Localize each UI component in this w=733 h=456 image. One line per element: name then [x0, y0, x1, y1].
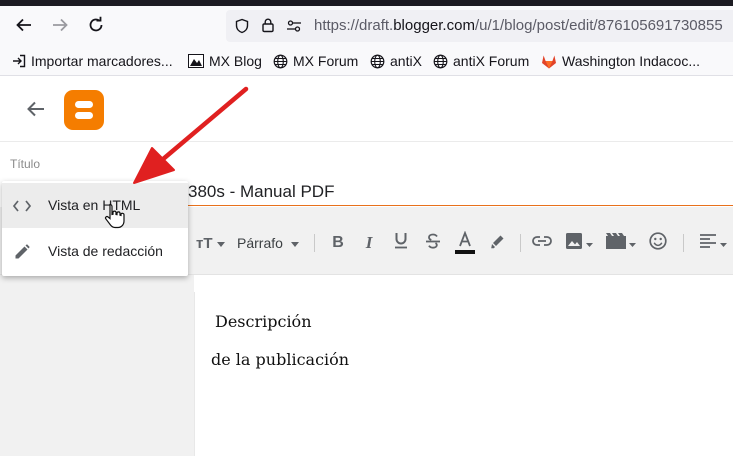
video-icon [606, 232, 626, 254]
url-path: /u/1/blog/post/edit/876105691730855 [474, 17, 723, 34]
highlighter-icon [489, 232, 507, 255]
globe-icon [273, 54, 288, 69]
pencil-icon [12, 242, 32, 262]
mx-icon [188, 54, 204, 68]
insert-image-button[interactable] [565, 232, 593, 255]
gitlab-icon [541, 54, 557, 69]
emoji-icon [649, 231, 667, 255]
menu-item-html-view[interactable]: Vista en HTML [2, 183, 188, 228]
url-domain: blogger.com [393, 17, 475, 34]
body-line: Descripción [215, 312, 312, 331]
align-left-icon [699, 233, 716, 253]
back-arrow-icon[interactable] [26, 100, 46, 123]
text-color-icon [455, 229, 475, 260]
reload-icon [89, 16, 103, 32]
bold-icon: B [332, 234, 344, 251]
permissions-icon[interactable] [286, 18, 302, 39]
url-scheme: https:// [314, 17, 360, 34]
bookmark-mx-blog[interactable]: MX Blog [188, 52, 262, 70]
title-underline [188, 205, 733, 206]
lock-icon[interactable] [260, 17, 276, 38]
forward-button[interactable] [48, 13, 72, 37]
strikethrough-icon [425, 233, 441, 254]
menu-item-label: Vista de redacción [48, 243, 163, 259]
bookmark-label: MX Blog [209, 53, 262, 69]
chevron-down-icon [719, 234, 727, 252]
insert-emoji-button[interactable] [648, 231, 668, 255]
toolbar-divider [520, 234, 521, 252]
toolbar-divider [314, 234, 315, 252]
url-bar[interactable]: https://draft.blogger.com/u/1/blog/post/… [226, 10, 733, 42]
hand-cursor-icon [104, 203, 126, 234]
strikethrough-button[interactable] [424, 233, 442, 253]
bookmark-label: Washington Indacoc... [562, 53, 701, 69]
insert-video-button[interactable] [606, 232, 636, 254]
paragraph-style-label: Párrafo [237, 235, 283, 251]
bookmark-washington[interactable]: Washington Indacoc... [541, 52, 700, 70]
underline-icon [394, 232, 408, 254]
forward-arrow-icon [53, 18, 68, 32]
font-size-button[interactable]: тT [196, 233, 225, 253]
italic-button[interactable]: I [361, 233, 377, 253]
chevron-down-icon [629, 234, 636, 252]
paragraph-style-dropdown[interactable]: Párrafo [237, 233, 299, 253]
link-icon [532, 234, 552, 252]
chevron-down-icon [216, 234, 225, 252]
globe-icon [370, 54, 385, 69]
bookmark-label: MX Forum [293, 53, 359, 69]
menu-item-compose-view[interactable]: Vista de redacción [2, 229, 188, 274]
bookmark-label: antiX Forum [453, 53, 530, 69]
post-body-editor[interactable]: Descripción de la publicación [194, 292, 733, 456]
import-icon [12, 54, 26, 68]
align-button[interactable] [698, 233, 728, 253]
back-button[interactable] [12, 13, 36, 37]
insert-link-button[interactable] [531, 233, 553, 253]
chevron-down-icon [290, 234, 299, 252]
bookmark-label: Importar marcadores... [31, 53, 173, 69]
bookmark-antix-forum[interactable]: antiX Forum [433, 52, 529, 70]
url-text[interactable]: https://draft.blogger.com/u/1/blog/post/… [314, 17, 723, 34]
text-size-icon: тT [196, 234, 213, 252]
italic-icon: I [365, 233, 373, 252]
bookmark-antix[interactable]: antiX [370, 52, 422, 70]
shield-icon[interactable] [234, 18, 250, 39]
highlight-button[interactable] [488, 233, 508, 253]
underline-button[interactable] [392, 233, 410, 253]
globe-icon [433, 54, 448, 69]
body-line: de la publicación [211, 350, 350, 369]
chevron-down-icon [586, 234, 593, 252]
image-icon [565, 232, 583, 255]
bold-button[interactable]: B [329, 233, 347, 253]
url-host-prefix: draft. [359, 17, 394, 34]
bookmark-mx-forum[interactable]: MX Forum [273, 52, 358, 70]
bookmark-import[interactable]: Importar marcadores... [12, 52, 173, 70]
post-title-input[interactable]: 380s - Manual PDF [188, 182, 334, 202]
menu-item-label: Vista en HTML [48, 197, 141, 213]
code-icon [12, 196, 32, 216]
back-arrow-icon [16, 18, 31, 32]
blogger-logo[interactable] [64, 90, 104, 135]
bookmark-label: antiX [390, 53, 422, 69]
title-label: Título [10, 157, 41, 171]
reload-button[interactable] [84, 13, 108, 37]
toolbar-divider [683, 234, 684, 252]
blogger-header [0, 76, 733, 142]
text-color-button[interactable] [455, 229, 475, 260]
browser-navbar: https://draft.blogger.com/u/1/blog/post/… [0, 6, 733, 46]
bookmarks-bar: Importar marcadores... MX Blog MX Forum … [0, 46, 733, 76]
view-mode-menu: Vista en HTML Vista de redacción [2, 181, 188, 276]
editor-side-gutter [0, 275, 194, 456]
